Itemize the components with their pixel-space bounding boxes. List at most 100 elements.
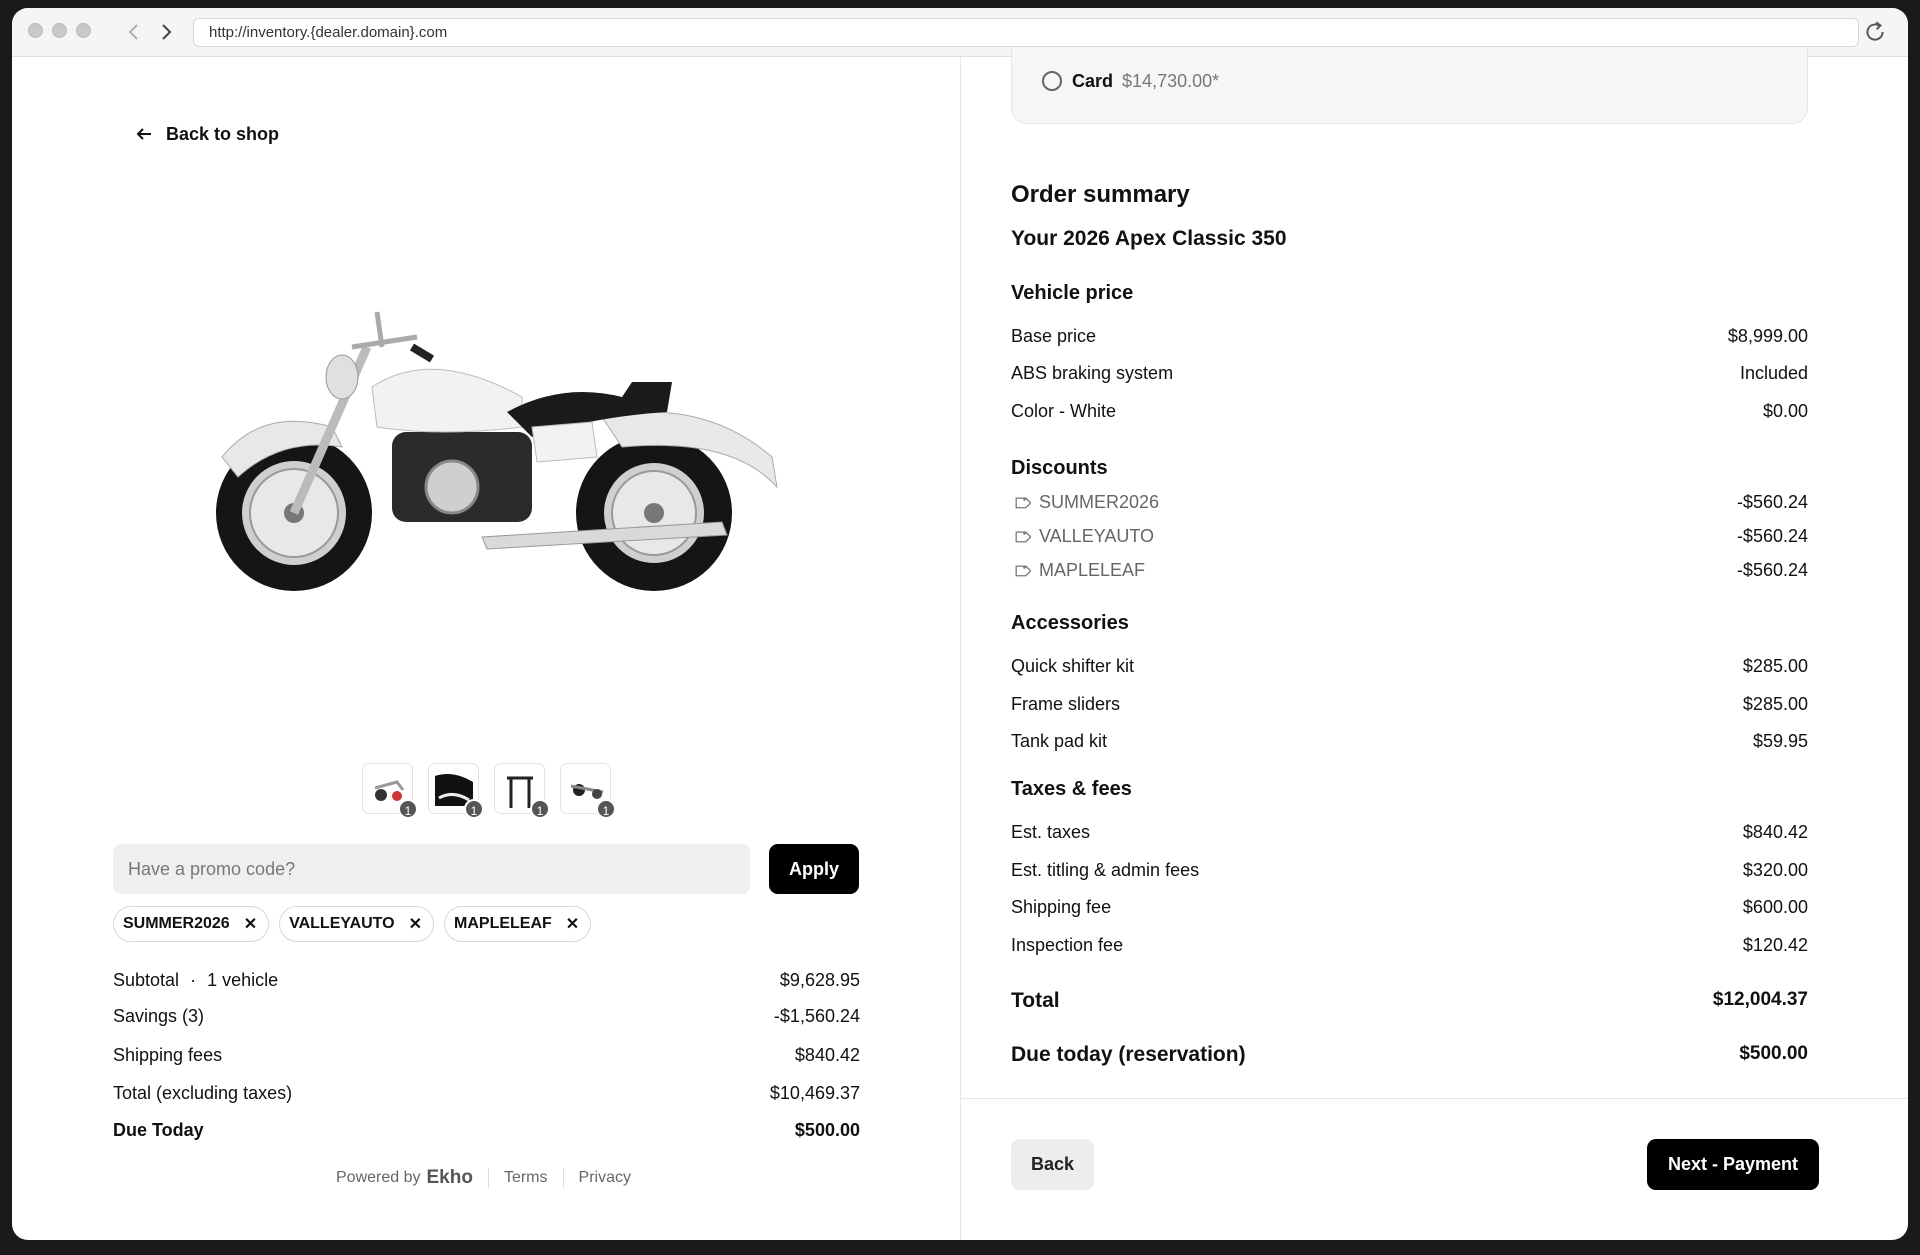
order-summary-title: Order summary	[1011, 181, 1190, 208]
due-today-reservation-value: $500.00	[1739, 1043, 1808, 1064]
card-label: Card	[1072, 71, 1114, 91]
forward-arrow-icon[interactable]	[154, 20, 178, 44]
thumbnail-item[interactable]: 1	[494, 763, 550, 819]
quantity-badge: 1	[398, 799, 418, 819]
promo-chip: SUMMER2026 ✕	[113, 906, 270, 942]
next-payment-button[interactable]: Next - Payment	[1647, 1139, 1819, 1190]
discount-item: MAPLELEAF -$560.24	[1011, 560, 1808, 581]
cart-panel: Back to shop 1 1 1 1 Have a promo code? …	[12, 57, 960, 1240]
savings-value: -$1,560.24	[773, 1006, 860, 1026]
motorcycle-image	[216, 311, 778, 591]
line-item-label: Tank pad kit	[1011, 731, 1108, 751]
url-bar[interactable]: http://inventory.{dealer.domain}.com	[193, 18, 1859, 47]
brand-logo[interactable]: Ekho	[427, 1167, 473, 1189]
subtotal-label-group: Subtotal · 1 vehicle	[113, 970, 278, 991]
thumbnail-item[interactable]: 1	[362, 763, 418, 819]
window-close-dot[interactable]	[28, 23, 43, 38]
window-zoom-dot[interactable]	[76, 23, 91, 38]
line-item-value: $600.00	[1742, 897, 1808, 917]
total-row: Total $12,004.37	[1011, 989, 1808, 1013]
discount-value: -$560.24	[1736, 526, 1808, 546]
taxes-fees-heading: Taxes & fees	[1011, 778, 1132, 800]
footer-divider	[487, 1168, 489, 1188]
back-to-shop-link[interactable]: Back to shop	[134, 122, 279, 146]
savings-row: Savings (3) -$1,560.24	[113, 1006, 860, 1027]
accessories-heading: Accessories	[1011, 612, 1129, 634]
discount-code: SUMMER2026	[1039, 492, 1160, 512]
shipping-fees-label: Shipping fees	[113, 1045, 223, 1065]
total-excl-taxes-row: Total (excluding taxes) $10,469.37	[113, 1083, 860, 1104]
line-item: Color - White $0.00	[1011, 401, 1808, 422]
promo-chip: VALLEYAUTO ✕	[279, 906, 435, 942]
remove-promo-icon[interactable]: ✕	[566, 914, 579, 934]
line-item-label: Est. titling & admin fees	[1011, 860, 1200, 880]
order-summary-panel: Card $14,730.00* Order summary Your 2026…	[961, 47, 1908, 1240]
line-item-value: $285.00	[1742, 694, 1808, 714]
tag-icon	[1015, 530, 1031, 542]
quantity-badge: 1	[464, 799, 484, 819]
privacy-link[interactable]: Privacy	[579, 1169, 631, 1187]
remove-promo-icon[interactable]: ✕	[409, 914, 422, 934]
vehicle-name: Your 2026 Apex Classic 350	[1011, 227, 1287, 250]
line-item-label: Shipping fee	[1011, 897, 1112, 917]
thumbnail-strip: 1 1 1 1	[362, 763, 616, 819]
separator-dot: ·	[190, 970, 197, 990]
promo-chip-label: SUMMER2026	[123, 915, 230, 932]
footer: Powered by Ekho Terms Privacy	[336, 1167, 631, 1189]
savings-label: Savings (3)	[113, 1006, 205, 1026]
promo-chip-label: MAPLELEAF	[454, 915, 552, 932]
due-today-row: Due Today $500.00	[113, 1120, 860, 1141]
line-item-value: $8,999.00	[1727, 326, 1808, 346]
line-item-value: Included	[1739, 363, 1808, 383]
line-item-label: Est. taxes	[1011, 822, 1091, 842]
line-item: Base price $8,999.00	[1011, 326, 1808, 347]
discount-code: MAPLELEAF	[1039, 560, 1146, 580]
quantity-badge: 1	[596, 799, 616, 819]
subtotal-quantity: 1 vehicle	[207, 970, 279, 990]
due-today-label: Due Today	[113, 1120, 204, 1140]
arrow-left-icon	[136, 128, 151, 140]
vehicle-price-heading: Vehicle price	[1011, 282, 1134, 304]
discount-item: VALLEYAUTO -$560.24	[1011, 526, 1808, 547]
discount-value: -$560.24	[1736, 560, 1808, 580]
line-item-value: $840.42	[1742, 822, 1808, 842]
terms-link[interactable]: Terms	[504, 1169, 548, 1187]
shipping-fees-value: $840.42	[794, 1045, 860, 1065]
discount-value: -$560.24	[1736, 492, 1808, 512]
line-item: Est. taxes $840.42	[1011, 822, 1808, 843]
line-item-label: Inspection fee	[1011, 935, 1124, 955]
line-item-value: $59.95	[1752, 731, 1808, 751]
browser-window: http://inventory.{dealer.domain}.com Bac…	[12, 8, 1908, 1240]
powered-by-label: Powered by	[336, 1169, 421, 1186]
promo-code-input[interactable]	[113, 844, 750, 894]
back-button[interactable]: Back	[1011, 1139, 1094, 1190]
promo-chip: MAPLELEAF ✕	[444, 906, 592, 942]
subtotal-value: $9,628.95	[779, 970, 860, 990]
back-arrow-icon[interactable]	[122, 20, 146, 44]
tag-icon	[1015, 496, 1031, 508]
thumbnail-item[interactable]: 1	[560, 763, 616, 819]
line-item-label: Quick shifter kit	[1011, 656, 1135, 676]
line-item: ABS braking system Included	[1011, 363, 1808, 384]
line-item: Frame sliders $285.00	[1011, 694, 1808, 715]
apply-promo-button[interactable]: Apply	[769, 844, 859, 894]
discount-label-group: SUMMER2026	[1011, 492, 1159, 513]
card-radio-button[interactable]	[1042, 71, 1062, 91]
window-minimize-dot[interactable]	[52, 23, 67, 38]
discount-code: VALLEYAUTO	[1039, 526, 1155, 546]
promo-chip-label: VALLEYAUTO	[289, 915, 395, 932]
shipping-fees-row: Shipping fees $840.42	[113, 1045, 860, 1066]
subtotal-row: Subtotal · 1 vehicle $9,628.95	[113, 970, 860, 991]
thumbnail-item[interactable]: 1	[428, 763, 484, 819]
line-item-value: $285.00	[1742, 656, 1808, 676]
remove-promo-icon[interactable]: ✕	[244, 914, 257, 934]
total-excl-taxes-value: $10,469.37	[769, 1083, 860, 1103]
line-item-label: Base price	[1011, 326, 1097, 346]
total-label: Total	[1011, 989, 1060, 1012]
line-item-value: $120.42	[1742, 935, 1808, 955]
line-item-label: Color - White	[1011, 401, 1117, 421]
actions-divider	[961, 1098, 1908, 1099]
reload-icon[interactable]	[1862, 19, 1888, 45]
line-item: Inspection fee $120.42	[1011, 935, 1808, 956]
payment-option-card[interactable]: Card $14,730.00*	[1011, 47, 1808, 124]
